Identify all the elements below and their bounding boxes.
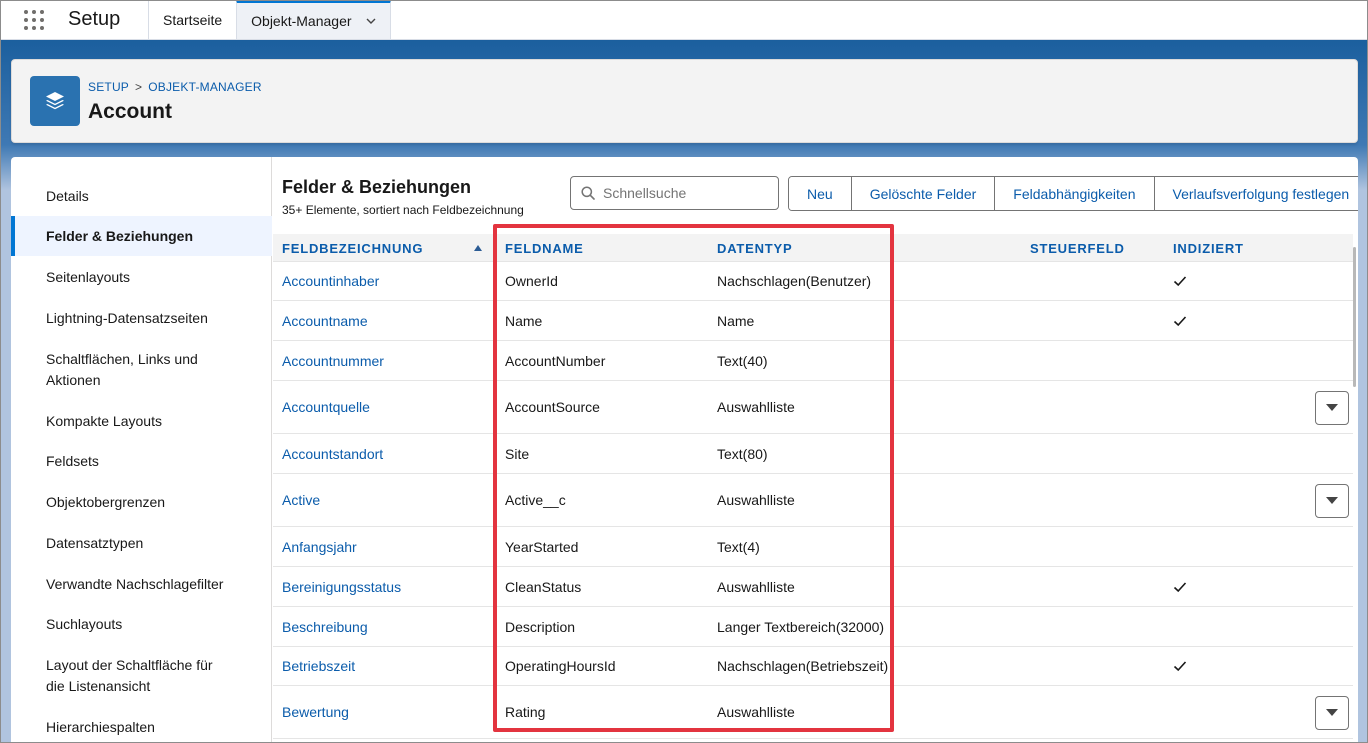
app-launcher-button[interactable] xyxy=(0,0,68,39)
sidebar-item-label: Suchlayouts xyxy=(46,615,123,632)
row-actions-button[interactable] xyxy=(1315,696,1349,730)
tab-objekt-manager[interactable]: Objekt-Manager xyxy=(236,0,391,39)
field-label-link[interactable]: Accountinhaber xyxy=(282,262,379,300)
column-header-label: STEUERFELD xyxy=(1030,240,1125,256)
sidebar-item-label: Hierarchiespalten xyxy=(46,718,155,735)
page-title: Account xyxy=(88,100,172,123)
field-label-link[interactable]: Accountname xyxy=(282,301,368,340)
sidebar-item-label: Details xyxy=(46,187,89,204)
sort-ascending-icon xyxy=(474,245,482,251)
indexed-indicator xyxy=(1173,262,1187,300)
tab-label: Startseite xyxy=(163,11,223,28)
sidebar-item-verwandte-nachschlagefilter[interactable]: Verwandte Nachschlagefilter xyxy=(11,571,272,597)
new-field-button[interactable]: Neu xyxy=(789,177,852,210)
sidebar-item-label: Feldsets xyxy=(46,452,99,469)
column-header-label: FELDBEZEICHNUNG xyxy=(282,240,424,256)
search-icon xyxy=(581,186,595,200)
sidebar-item-listenansicht-layout[interactable]: Layout der Schaltfläche für die Listenan… xyxy=(11,654,272,698)
field-label-link[interactable]: Accountquelle xyxy=(282,381,370,433)
search-input[interactable] xyxy=(603,185,773,201)
field-label-link[interactable]: Bewertung xyxy=(282,686,349,738)
sidebar-item-hierarchiespalten[interactable]: Hierarchiespalten xyxy=(11,714,272,740)
breadcrumb-separator: > xyxy=(135,80,143,94)
list-title: Felder & Beziehungen xyxy=(282,177,472,197)
checkmark-icon xyxy=(1173,661,1187,672)
breadcrumb: SETUP > OBJEKT-MANAGER xyxy=(88,80,262,94)
sidebar-item-kompakte-layouts[interactable]: Kompakte Layouts xyxy=(11,408,272,434)
sidebar-item-label: Verwandte Nachschlagefilter xyxy=(46,575,224,592)
app-name: Setup xyxy=(68,8,121,30)
field-label-link[interactable]: Bereinigungsstatus xyxy=(282,567,401,606)
indexed-indicator xyxy=(1173,647,1187,685)
breadcrumb-item-objekt-manager[interactable]: OBJEKT-MANAGER xyxy=(148,80,261,94)
field-dependencies-button[interactable]: Feldabhängigkeiten xyxy=(995,177,1155,210)
list-subtitle: 35+ Elemente, sortiert nach Feldbezeichn… xyxy=(282,203,524,217)
checkmark-icon xyxy=(1173,315,1187,326)
sidebar: Details Felder & Beziehungen Seitenlayou… xyxy=(11,157,272,743)
sidebar-item-schaltflaechen-links-aktionen[interactable]: Schaltflächen, Links und Aktionen xyxy=(11,348,272,392)
chevron-down-icon xyxy=(1326,709,1338,716)
column-header-feldbezeichnung[interactable]: FELDBEZEICHNUNG xyxy=(282,234,487,262)
chevron-down-icon[interactable] xyxy=(366,16,376,26)
field-label-link[interactable]: Betriebszeit xyxy=(282,647,355,685)
checkmark-icon xyxy=(1173,276,1187,287)
sidebar-item-datensatztypen[interactable]: Datensatztypen xyxy=(11,530,272,556)
sidebar-item-label: Objektobergrenzen xyxy=(46,493,166,510)
action-button-group: Neu Gelöschte Felder Feldabhängigkeiten … xyxy=(788,176,1358,211)
sidebar-item-objektobergrenzen[interactable]: Objektobergrenzen xyxy=(11,489,272,515)
tab-label: Objekt-Manager xyxy=(251,13,352,29)
tab-startseite[interactable]: Startseite xyxy=(148,0,236,39)
indexed-indicator xyxy=(1173,567,1187,606)
field-label-link[interactable]: Active xyxy=(282,474,320,526)
sidebar-item-label: Seitenlayouts xyxy=(46,268,131,285)
sidebar-item-label: Schaltflächen, Links und Aktionen xyxy=(46,351,198,388)
app-launcher-icon xyxy=(24,9,44,30)
quick-search[interactable] xyxy=(570,176,779,210)
sidebar-item-suchlayouts[interactable]: Suchlayouts xyxy=(11,611,272,637)
indexed-indicator xyxy=(1173,301,1187,340)
column-header-steuerfeld[interactable]: STEUERFELD xyxy=(1030,234,1125,262)
breadcrumb-item-setup[interactable]: SETUP xyxy=(88,80,129,94)
field-label-link[interactable]: Accountnummer xyxy=(282,341,384,380)
chevron-down-icon xyxy=(1326,497,1338,504)
sidebar-item-label: Felder & Beziehungen xyxy=(46,227,194,244)
deleted-fields-button[interactable]: Gelöschte Felder xyxy=(851,177,996,210)
field-label-link[interactable]: Beschreibung xyxy=(282,607,368,646)
sidebar-item-lightning-datensatzseiten[interactable]: Lightning-Datensatzseiten xyxy=(11,305,272,331)
global-header: Setup Startseite Objekt-Manager xyxy=(0,0,1368,40)
set-history-tracking-button[interactable]: Verlaufsverfolgung festlegen xyxy=(1154,177,1358,210)
sidebar-item-felder-beziehungen[interactable]: Felder & Beziehungen xyxy=(11,216,272,256)
sidebar-item-label: Lightning-Datensatzseiten xyxy=(46,309,208,326)
field-label-link[interactable]: Anfangsjahr xyxy=(282,527,357,566)
sidebar-item-label: Layout der Schaltfläche für die Listenan… xyxy=(46,657,213,694)
row-actions-button[interactable] xyxy=(1315,391,1349,425)
chevron-down-icon xyxy=(1326,404,1338,411)
sidebar-item-label: Datensatztypen xyxy=(46,534,144,551)
object-header: SETUP > OBJEKT-MANAGER Account xyxy=(11,59,1358,143)
field-label-link[interactable]: Accountstandort xyxy=(282,434,383,473)
sidebar-item-details[interactable]: Details xyxy=(11,183,272,209)
sidebar-item-feldsets[interactable]: Feldsets xyxy=(11,448,272,474)
sidebar-item-label: Kompakte Layouts xyxy=(46,412,162,429)
checkmark-icon xyxy=(1173,581,1187,592)
layers-icon xyxy=(30,76,80,126)
sidebar-item-seitenlayouts[interactable]: Seitenlayouts xyxy=(11,264,272,290)
row-actions-button[interactable] xyxy=(1315,484,1349,518)
highlight-box xyxy=(493,224,894,732)
column-header-label: INDIZIERT xyxy=(1173,240,1244,256)
column-header-indiziert[interactable]: INDIZIERT xyxy=(1173,234,1244,262)
scrollbar[interactable] xyxy=(1353,247,1356,387)
